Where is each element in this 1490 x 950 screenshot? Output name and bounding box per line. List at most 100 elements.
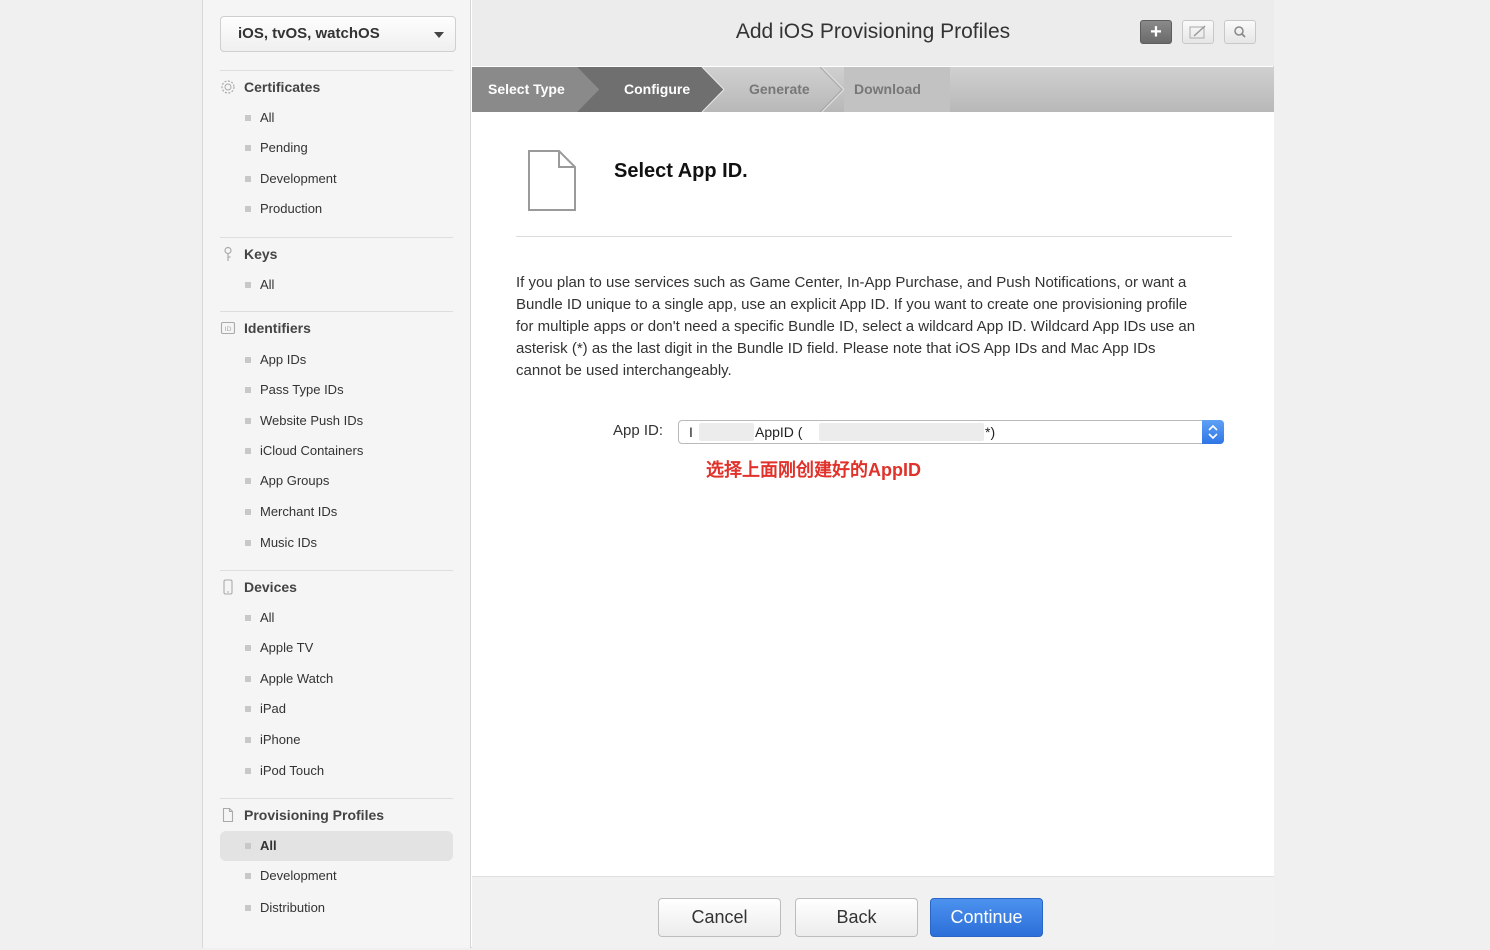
bullet-icon bbox=[245, 176, 251, 182]
appid-select[interactable]: I AppID ( *) bbox=[678, 420, 1224, 444]
section-heading: Select App ID. bbox=[614, 160, 748, 182]
bullet-icon bbox=[245, 905, 251, 911]
bullet-icon bbox=[245, 387, 251, 393]
svg-text:ID: ID bbox=[225, 325, 232, 333]
sidebar-item-label: Distribution bbox=[260, 900, 326, 915]
bullet-icon bbox=[245, 768, 251, 774]
key-icon bbox=[224, 246, 232, 261]
sidebar-item-label: Development bbox=[260, 171, 337, 186]
sidebar-item-ipod-touch[interactable]: iPod Touch bbox=[220, 756, 453, 786]
step-label: Configure bbox=[624, 81, 690, 97]
sidebar-item-label: Apple TV bbox=[260, 640, 314, 655]
edit-icon bbox=[1189, 25, 1206, 39]
sidebar-item-label: All bbox=[260, 110, 275, 125]
step-indicator: Select Type Configure Generate Download bbox=[472, 67, 1274, 112]
sidebar-item-certificates-pending[interactable]: Pending bbox=[220, 133, 453, 163]
sidebar-header-keys[interactable]: Keys bbox=[220, 245, 453, 265]
appid-value-mid: AppID ( bbox=[755, 424, 803, 440]
divider bbox=[220, 570, 453, 571]
step-label: Download bbox=[854, 81, 921, 97]
sidebar-item-label: Apple Watch bbox=[260, 671, 334, 686]
divider bbox=[516, 236, 1232, 237]
sidebar-item-profiles-distribution[interactable]: Distribution bbox=[220, 893, 453, 923]
divider bbox=[220, 70, 453, 71]
redacted-text bbox=[819, 423, 984, 441]
sidebar-item-label: iPad bbox=[260, 701, 287, 716]
sidebar-item-apple-watch[interactable]: Apple Watch bbox=[220, 664, 453, 694]
platform-select-value: iOS, tvOS, watchOS bbox=[238, 25, 380, 42]
cancel-button[interactable]: Cancel bbox=[658, 898, 781, 937]
bullet-icon bbox=[245, 357, 251, 363]
sidebar-header-label: Provisioning Profiles bbox=[244, 807, 385, 823]
add-button[interactable]: + bbox=[1140, 20, 1172, 44]
content-area: Select App ID. If you plan to use servic… bbox=[472, 112, 1274, 876]
bullet-icon bbox=[245, 843, 251, 849]
bullet-icon bbox=[245, 418, 251, 424]
certificate-icon bbox=[221, 80, 235, 94]
sidebar-header-label: Certificates bbox=[244, 79, 321, 95]
sidebar-header-profiles[interactable]: Provisioning Profiles bbox=[220, 806, 453, 826]
sidebar-item-devices-all[interactable]: All bbox=[220, 603, 453, 633]
sidebar-item-certificates-development[interactable]: Development bbox=[220, 164, 453, 194]
sidebar-item-app-ids[interactable]: App IDs bbox=[220, 345, 453, 375]
id-card-icon: ID bbox=[220, 321, 236, 335]
bullet-icon bbox=[245, 706, 251, 712]
sidebar-item-website-push-ids[interactable]: Website Push IDs bbox=[220, 406, 453, 436]
bullet-icon bbox=[245, 676, 251, 682]
sidebar-item-icloud-containers[interactable]: iCloud Containers bbox=[220, 436, 453, 466]
bullet-icon bbox=[245, 115, 251, 121]
description-text: If you plan to use services such as Game… bbox=[516, 274, 1196, 379]
edit-button[interactable] bbox=[1182, 20, 1214, 44]
sidebar-item-label: iCloud Containers bbox=[260, 443, 364, 458]
sidebar-item-ipad[interactable]: iPad bbox=[220, 694, 453, 724]
select-stepper-icon bbox=[1202, 420, 1224, 444]
sidebar-item-label: App Groups bbox=[260, 473, 330, 488]
sidebar-header-label: Keys bbox=[244, 246, 278, 262]
sidebar-item-keys-all[interactable]: All bbox=[220, 270, 453, 300]
sidebar-item-pass-type-ids[interactable]: Pass Type IDs bbox=[220, 375, 453, 405]
sidebar-item-profiles-all[interactable]: All bbox=[220, 831, 453, 861]
annotation-text: 选择上面刚创建好的AppID bbox=[706, 460, 921, 480]
bullet-icon bbox=[245, 645, 251, 651]
platform-select[interactable]: iOS, tvOS, watchOS bbox=[220, 16, 456, 52]
step-label: Select Type bbox=[488, 81, 565, 97]
step-separator bbox=[819, 67, 843, 112]
search-button[interactable] bbox=[1224, 20, 1256, 44]
device-icon bbox=[223, 579, 233, 595]
bullet-icon bbox=[245, 615, 251, 621]
bullet-icon bbox=[245, 282, 251, 288]
divider bbox=[220, 311, 453, 312]
sidebar-item-certificates-production[interactable]: Production bbox=[220, 194, 453, 224]
sidebar-item-certificates-all[interactable]: All bbox=[220, 103, 453, 133]
continue-button[interactable]: Continue bbox=[930, 898, 1043, 937]
sidebar-item-music-ids[interactable]: Music IDs bbox=[220, 528, 453, 558]
main-panel: Add iOS Provisioning Profiles + Select T… bbox=[472, 0, 1274, 948]
sidebar-item-profiles-development[interactable]: Development bbox=[220, 861, 453, 891]
sidebar-item-label: Music IDs bbox=[260, 535, 318, 550]
sidebar-item-apple-tv[interactable]: Apple TV bbox=[220, 633, 453, 663]
sidebar-item-iphone[interactable]: iPhone bbox=[220, 725, 453, 755]
sidebar-item-merchant-ids[interactable]: Merchant IDs bbox=[220, 497, 453, 527]
bullet-icon bbox=[245, 145, 251, 151]
step-label: Generate bbox=[749, 81, 810, 97]
sidebar-item-label: Production bbox=[260, 201, 323, 216]
sidebar-item-label: App IDs bbox=[260, 352, 307, 367]
sidebar-item-label: Pending bbox=[260, 140, 308, 155]
back-button[interactable]: Back bbox=[795, 898, 918, 937]
bullet-icon bbox=[245, 873, 251, 879]
sidebar-item-label: Website Push IDs bbox=[260, 413, 364, 428]
document-icon bbox=[222, 807, 234, 823]
document-icon bbox=[528, 150, 576, 211]
bullet-icon bbox=[245, 478, 251, 484]
sidebar-header-devices[interactable]: Devices bbox=[220, 578, 453, 598]
sidebar-item-label: All bbox=[260, 277, 275, 292]
footer: Cancel Back Continue bbox=[472, 876, 1274, 948]
plus-icon: + bbox=[1150, 21, 1162, 43]
sidebar-header-label: Identifiers bbox=[244, 320, 311, 336]
sidebar-header-certificates[interactable]: Certificates bbox=[220, 78, 453, 98]
sidebar-item-label: iPod Touch bbox=[260, 763, 325, 778]
sidebar-item-app-groups[interactable]: App Groups bbox=[220, 466, 453, 496]
sidebar-item-label: All bbox=[260, 610, 275, 625]
sidebar-header-identifiers[interactable]: ID Identifiers bbox=[220, 319, 453, 339]
bullet-icon bbox=[245, 206, 251, 212]
